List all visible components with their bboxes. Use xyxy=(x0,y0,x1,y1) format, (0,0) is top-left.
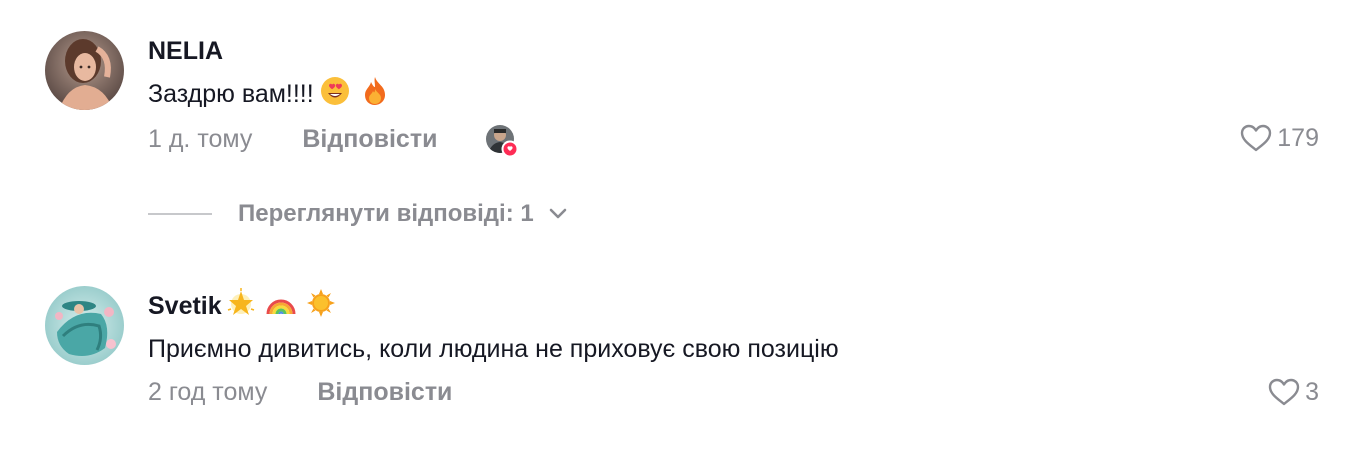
comment-item: Svetik Приємно дивитись, коли людина не … xyxy=(0,270,1345,456)
rainbow-emoji-icon xyxy=(266,288,296,325)
heart-eyes-emoji-icon xyxy=(320,76,350,113)
glowing-star-emoji-icon xyxy=(226,287,256,325)
username-text: Svetik xyxy=(148,291,222,320)
heart-outline-icon xyxy=(1241,124,1272,152)
sun-emoji-icon xyxy=(306,288,336,325)
comment-body: Заздрю вам!!!! xyxy=(148,79,314,108)
comment-timestamp: 2 год тому xyxy=(148,377,268,406)
avatar[interactable] xyxy=(45,286,124,365)
avatar[interactable] xyxy=(45,31,124,110)
comment-meta: 2 год тому Відповісти xyxy=(148,376,452,408)
comment-username[interactable]: Svetik xyxy=(148,287,336,325)
view-replies-button[interactable]: Переглянути відповіді: 1 xyxy=(148,200,568,228)
comment-timestamp: 1 д. тому xyxy=(148,124,253,153)
divider-line xyxy=(148,213,212,215)
reply-button[interactable]: Відповісти xyxy=(317,378,452,407)
comment-item: NELIA Заздрю вам!!!! 1 д. тому Відповіст… xyxy=(0,0,1345,190)
comment-text: Приємно дивитись, коли людина не прихову… xyxy=(148,332,839,366)
comment-body: Приємно дивитись, коли людина не прихову… xyxy=(148,334,839,363)
username-text: NELIA xyxy=(148,36,223,65)
like-count: 3 xyxy=(1305,377,1319,406)
like-button[interactable]: 3 xyxy=(1267,376,1319,408)
comment-text: Заздрю вам!!!! xyxy=(148,76,388,113)
like-button[interactable]: 179 xyxy=(1239,122,1319,154)
like-count: 179 xyxy=(1277,123,1319,152)
comment-meta: 1 д. тому Відповісти xyxy=(148,124,519,158)
chevron-down-icon xyxy=(549,208,567,219)
view-replies-label: Переглянути відповіді: 1 xyxy=(238,200,534,227)
author-liked-avatar xyxy=(485,124,519,158)
heart-outline-icon xyxy=(1268,378,1300,406)
reply-button[interactable]: Відповісти xyxy=(302,125,437,154)
fire-emoji-icon xyxy=(362,76,388,113)
comment-username[interactable]: NELIA xyxy=(148,36,223,66)
